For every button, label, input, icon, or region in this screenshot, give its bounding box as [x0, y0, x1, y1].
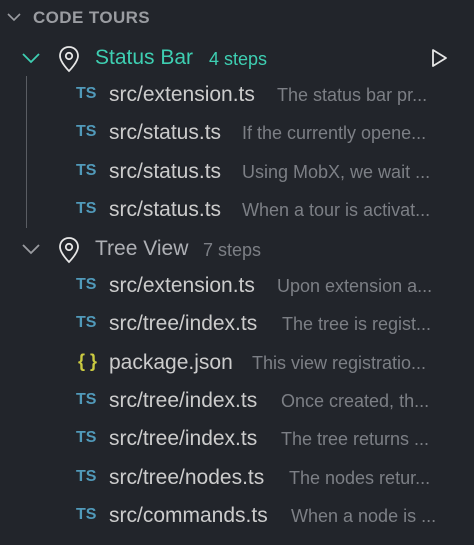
tour-step[interactable]: TS src/extension.ts Upon extension a... [0, 268, 474, 306]
tour-step[interactable]: TS src/tree/nodes.ts The nodes retur... [0, 460, 474, 498]
step-description: The nodes retur... [289, 468, 431, 488]
tour-step[interactable]: TS src/status.ts If the currently opene.… [0, 115, 474, 153]
typescript-file-icon: TS [76, 85, 97, 102]
typescript-file-icon: TS [76, 162, 97, 179]
tour-step[interactable]: TS src/tree/index.ts The tree is regist.… [0, 306, 474, 344]
tour-step[interactable]: TS src/extension.ts The status bar pr... [0, 77, 474, 115]
tour-step[interactable]: { } package.json This view registratio..… [0, 345, 474, 383]
typescript-file-icon: TS [76, 200, 97, 217]
step-file-path: src/extension.ts [109, 274, 255, 297]
typescript-file-icon: TS [76, 123, 97, 140]
step-description: The tree returns ... [281, 429, 430, 449]
play-icon[interactable] [430, 48, 448, 68]
typescript-file-icon: TS [76, 276, 97, 293]
step-description: When a tour is activat... [242, 200, 431, 220]
chevron-down-icon [22, 53, 40, 64]
step-file-path: src/tree/index.ts [109, 427, 258, 450]
tour-step[interactable]: TS src/commands.ts When a node is ... [0, 498, 474, 536]
tour-step[interactable]: TS src/tree/index.ts The tree returns ..… [0, 421, 474, 459]
step-file-path: src/tree/index.ts [109, 389, 258, 412]
typescript-file-icon: TS [76, 314, 97, 331]
step-description: This view registratio... [252, 353, 427, 373]
chevron-down-icon [22, 244, 40, 255]
chevron-down-icon [7, 13, 21, 22]
step-file-path: src/tree/nodes.ts [109, 466, 265, 489]
step-file-path: src/commands.ts [109, 504, 268, 527]
step-file-path: package.json [109, 351, 233, 374]
tour-step[interactable]: TS src/status.ts When a tour is activat.… [0, 192, 474, 230]
step-file-path: src/tree/index.ts [109, 312, 258, 335]
location-pin-icon [59, 46, 79, 73]
step-description: Once created, th... [281, 391, 430, 411]
tour-tree-view[interactable]: Tree View 7 steps [0, 229, 474, 269]
typescript-file-icon: TS [76, 429, 97, 446]
step-description: If the currently opene... [242, 123, 427, 143]
code-tours-panel: CODE TOURS Status Bar 4 steps TS src/ext… [0, 0, 474, 545]
tour-steps-count: 7 steps [203, 240, 262, 260]
tour-name: Status Bar [95, 46, 194, 69]
section-title: CODE TOURS [33, 8, 151, 27]
step-description: The tree is regist... [282, 314, 432, 334]
tour-steps-count: 4 steps [209, 49, 268, 69]
tour-name: Tree View [95, 237, 189, 260]
json-file-icon: { } [78, 351, 98, 371]
tour-step[interactable]: TS src/tree/index.ts Once created, th... [0, 383, 474, 421]
typescript-file-icon: TS [76, 391, 97, 408]
location-pin-icon [59, 237, 79, 264]
typescript-file-icon: TS [76, 506, 97, 523]
code-tours-section-header[interactable]: CODE TOURS [0, 0, 474, 36]
step-description: Upon extension a... [277, 276, 433, 296]
step-file-path: src/status.ts [109, 160, 222, 183]
step-description: When a node is ... [291, 506, 437, 526]
tour-step[interactable]: TS src/status.ts Using MobX, we wait ... [0, 154, 474, 192]
typescript-file-icon: TS [76, 468, 97, 485]
tour-status-bar[interactable]: Status Bar 4 steps [0, 38, 474, 78]
step-file-path: src/extension.ts [109, 83, 255, 106]
step-file-path: src/status.ts [109, 121, 222, 144]
step-description: Using MobX, we wait ... [242, 162, 431, 182]
step-description: The status bar pr... [277, 85, 428, 105]
step-file-path: src/status.ts [109, 198, 222, 221]
